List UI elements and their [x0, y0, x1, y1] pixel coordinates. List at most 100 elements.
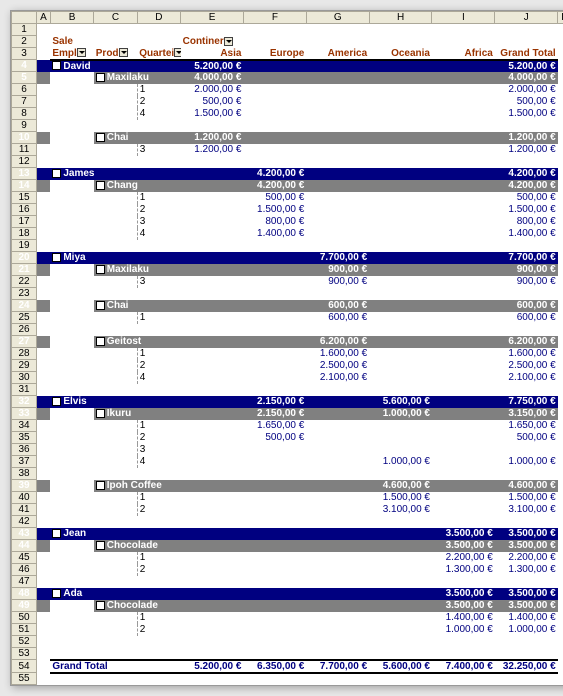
row-header[interactable]: 44	[12, 540, 37, 552]
filter-dropdown-icon[interactable]	[119, 48, 128, 57]
col-header[interactable]: J	[495, 12, 558, 24]
collapse-icon[interactable]: -	[52, 169, 61, 178]
collapse-icon[interactable]: -	[96, 73, 105, 82]
collapse-icon[interactable]: -	[96, 133, 105, 142]
row-header[interactable]: 3	[12, 48, 37, 60]
row-header[interactable]: 33	[12, 408, 37, 420]
row-header[interactable]: 54	[12, 660, 37, 673]
row-header[interactable]: 35	[12, 432, 37, 444]
row-header[interactable]: 13	[12, 168, 37, 180]
row-header[interactable]: 7	[12, 96, 37, 108]
row-header[interactable]: 32	[12, 396, 37, 408]
value-cell	[306, 564, 369, 576]
row-header[interactable]: 46	[12, 564, 37, 576]
row-header[interactable]: 39	[12, 480, 37, 492]
row-header[interactable]: 11	[12, 144, 37, 156]
col-header[interactable]: D	[137, 12, 180, 24]
col-header[interactable]: F	[243, 12, 306, 24]
col-header[interactable]	[12, 12, 37, 24]
row-header[interactable]: 12	[12, 156, 37, 168]
collapse-icon[interactable]: -	[96, 337, 105, 346]
row-header[interactable]: 4	[12, 60, 37, 72]
row-header[interactable]: 53	[12, 648, 37, 660]
row-header[interactable]: 40	[12, 492, 37, 504]
col-header[interactable]: A	[37, 12, 51, 24]
row-header[interactable]: 6	[12, 84, 37, 96]
row-header[interactable]: 20	[12, 252, 37, 264]
row-header[interactable]: 42	[12, 516, 37, 528]
row-header[interactable]: 55	[12, 673, 37, 685]
value-cell	[181, 396, 244, 408]
filter-dropdown-icon[interactable]	[174, 48, 180, 57]
filter-dropdown-icon[interactable]	[77, 48, 86, 57]
collapse-icon[interactable]: -	[96, 409, 105, 418]
row-header[interactable]: 36	[12, 444, 37, 456]
row-header[interactable]: 48	[12, 588, 37, 600]
col-header[interactable]: E	[181, 12, 244, 24]
collapse-icon[interactable]: -	[52, 253, 61, 262]
row-header[interactable]: 25	[12, 312, 37, 324]
row-header[interactable]: 47	[12, 576, 37, 588]
row-header[interactable]: 37	[12, 456, 37, 468]
row-header[interactable]: 49	[12, 600, 37, 612]
value-cell	[181, 480, 244, 492]
collapse-icon[interactable]: -	[52, 61, 61, 70]
collapse-icon[interactable]: -	[96, 301, 105, 310]
row-header[interactable]: 24	[12, 300, 37, 312]
row-header[interactable]: 30	[12, 372, 37, 384]
row-header[interactable]: 18	[12, 228, 37, 240]
value-cell: 2.150,00 €	[243, 408, 306, 420]
value-cell	[432, 216, 495, 228]
col-header[interactable]: K	[558, 12, 563, 24]
row-header[interactable]: 29	[12, 360, 37, 372]
row-header[interactable]: 28	[12, 348, 37, 360]
value-cell: 2.000,00 €	[181, 84, 244, 96]
col-header[interactable]: G	[306, 12, 369, 24]
col-header[interactable]: B	[50, 12, 93, 24]
row-header[interactable]: 15	[12, 192, 37, 204]
row-header[interactable]: 10	[12, 132, 37, 144]
value-cell	[369, 264, 432, 276]
row-header[interactable]: 21	[12, 264, 37, 276]
value-cell	[432, 108, 495, 120]
filter-dropdown-icon[interactable]	[224, 37, 233, 46]
row-header[interactable]: 38	[12, 468, 37, 480]
value-cell	[306, 600, 369, 612]
collapse-icon[interactable]: -	[96, 181, 105, 190]
row-header[interactable]: 43	[12, 528, 37, 540]
row-header[interactable]: 50	[12, 612, 37, 624]
row-header[interactable]: 2	[12, 36, 37, 48]
row-header[interactable]: 41	[12, 504, 37, 516]
col-header[interactable]: I	[432, 12, 495, 24]
collapse-icon[interactable]: -	[52, 589, 61, 598]
row-header[interactable]: 52	[12, 636, 37, 648]
row-header[interactable]: 14	[12, 180, 37, 192]
collapse-icon[interactable]: -	[96, 541, 105, 550]
row-header[interactable]: 17	[12, 216, 37, 228]
value-cell	[181, 180, 244, 192]
value-cell	[306, 72, 369, 84]
collapse-icon[interactable]: -	[52, 529, 61, 538]
collapse-icon[interactable]: -	[96, 265, 105, 274]
row-header[interactable]: 34	[12, 420, 37, 432]
collapse-icon[interactable]: -	[52, 397, 61, 406]
col-header[interactable]: C	[94, 12, 137, 24]
row-header[interactable]: 45	[12, 552, 37, 564]
row-header[interactable]: 26	[12, 324, 37, 336]
row-header[interactable]: 22	[12, 276, 37, 288]
row-header[interactable]: 5	[12, 72, 37, 84]
collapse-icon[interactable]: -	[96, 481, 105, 490]
row-header[interactable]: 8	[12, 108, 37, 120]
row-header[interactable]: 1	[12, 24, 37, 36]
row-header[interactable]: 16	[12, 204, 37, 216]
row-header[interactable]: 27	[12, 336, 37, 348]
row-header[interactable]: 31	[12, 384, 37, 396]
collapse-icon[interactable]: -	[96, 601, 105, 610]
row-header[interactable]: 23	[12, 288, 37, 300]
row-header[interactable]: 51	[12, 624, 37, 636]
row-header[interactable]: 9	[12, 120, 37, 132]
value-cell	[369, 420, 432, 432]
col-header[interactable]: H	[369, 12, 432, 24]
value-cell	[432, 420, 495, 432]
row-header[interactable]: 19	[12, 240, 37, 252]
